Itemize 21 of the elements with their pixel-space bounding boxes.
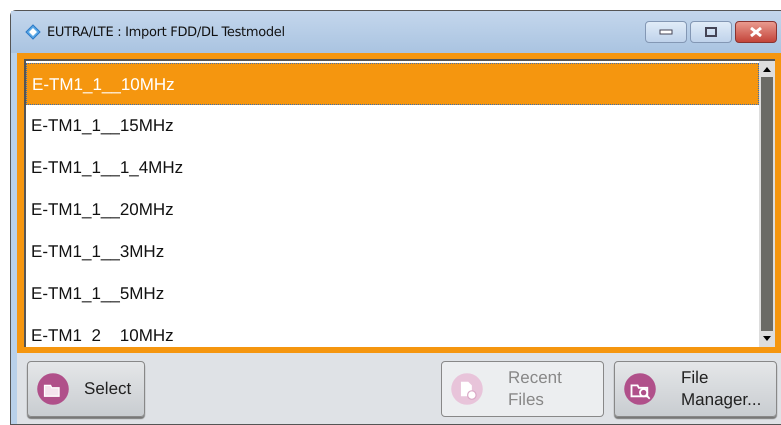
minimize-button[interactable] (645, 21, 687, 43)
file-item[interactable]: E-TM1_1__1_4MHz (26, 147, 759, 189)
select-button[interactable]: Select (27, 360, 145, 416)
scroll-thumb[interactable] (761, 77, 773, 331)
file-item[interactable]: E-TM1 2 10MHz (26, 315, 759, 347)
folder-search-icon (623, 372, 657, 406)
minimize-icon (659, 29, 673, 35)
window-title: EUTRA/LTE : Import FDD/DL Testmodel (47, 24, 286, 40)
folder-icon (36, 372, 70, 406)
scrollbar[interactable] (759, 59, 775, 347)
maximize-button[interactable] (690, 21, 732, 43)
file-manager-button[interactable]: File Manager... (614, 360, 777, 416)
maximize-icon (705, 27, 717, 37)
close-button[interactable] (735, 21, 777, 43)
close-icon (749, 27, 763, 37)
file-item[interactable]: E-TM1_1__15MHz (26, 105, 759, 147)
document-icon (450, 372, 484, 406)
diamond-icon (25, 24, 41, 40)
file-item[interactable]: E-TM1_1__3MHz (26, 231, 759, 273)
file-item[interactable]: E-TM1_1__20MHz (26, 189, 759, 231)
file-item[interactable]: E-TM1_1__5MHz (26, 273, 759, 315)
